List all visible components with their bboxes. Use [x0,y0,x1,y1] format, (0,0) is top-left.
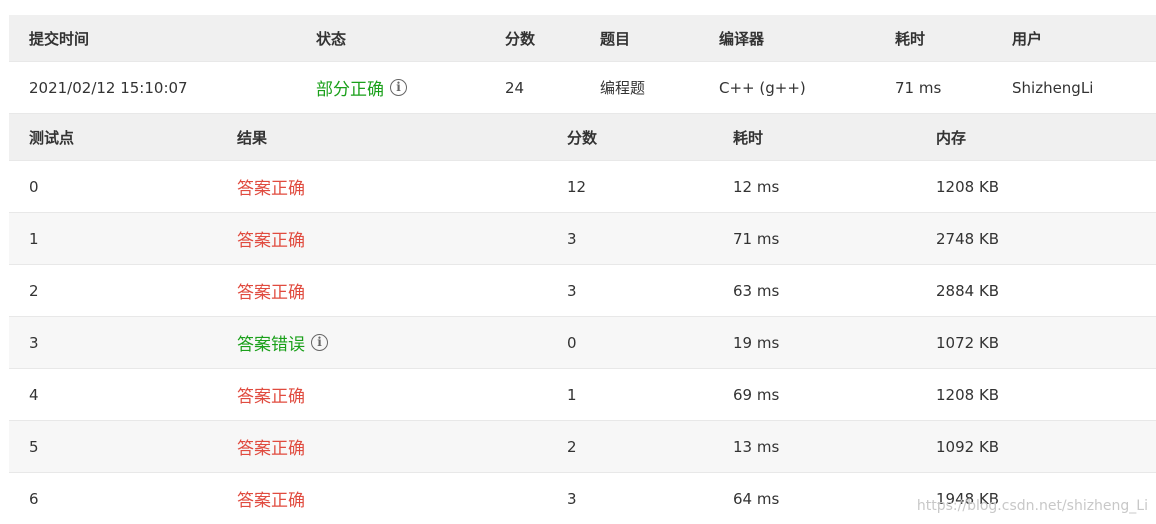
header-case-time: 耗时 [733,128,764,147]
header-elapsed: 耗时 [895,29,926,48]
testcase-id: 3 [29,333,39,352]
testcase-time: 19 ms [733,333,780,352]
result-text: 答案正确 [237,387,305,407]
testcase-memory: 1072 KB [936,333,1000,352]
testcase-id: 1 [29,229,39,248]
testcase-time: 12 ms [733,177,780,196]
result-text: 答案正确 [237,439,305,459]
testcase-row: 5 答案正确 2 13 ms 1092 KB [9,421,1156,473]
testcase-time: 64 ms [733,489,780,508]
compiler: C++ (g++) [719,78,806,97]
result-text: 答案正确 [237,283,305,303]
status-cell: 部分正确 i [296,75,485,100]
header-testcase: 测试点 [29,128,75,147]
submission-score: 24 [505,78,525,97]
header-result: 结果 [237,128,268,147]
testcase-result: 答案正确 [217,174,547,199]
testcase-time: 71 ms [733,229,780,248]
testcase-score: 2 [567,437,577,456]
result-link[interactable]: 答案正确 [237,434,305,459]
testcase-header-row: 测试点 结果 分数 耗时 内存 [9,114,1156,161]
testcase-score: 3 [567,281,577,300]
testcase-row: 1 答案正确 3 71 ms 2748 KB [9,213,1156,265]
submission-header-row: 提交时间 状态 分数 题目 编译器 耗时 用户 [9,15,1156,62]
testcase-result: 答案正确 [217,434,547,459]
result-text: 答案正确 [237,179,305,199]
testcase-time: 69 ms [733,385,780,404]
testcase-id: 0 [29,177,39,196]
testcase-result: 答案正确 [217,226,547,251]
result-link[interactable]: 答案正确 [237,486,305,511]
testcase-result: 答案正确 [217,382,547,407]
header-submit-time: 提交时间 [29,29,90,48]
testcase-result: 答案正确 [217,486,547,511]
testcase-id: 2 [29,281,39,300]
header-status: 状态 [316,29,347,48]
watermark: https://blog.csdn.net/shizheng_Li [916,498,1148,514]
testcase-memory: 1208 KB [936,385,1000,404]
testcase-score: 3 [567,489,577,508]
result-link[interactable]: 答案正确 [237,174,305,199]
status-text: 部分正确 [316,80,384,100]
user-link[interactable]: ShizhengLi [992,79,1156,97]
problem-link[interactable]: 编程题 [580,77,699,98]
testcase-table: 测试点 结果 分数 耗时 内存 0 答案正确 12 12 ms 1208 KB 1 答案正确… [9,114,1156,524]
testcase-row: 4 答案正确 1 69 ms 1208 KB [9,369,1156,421]
status-link[interactable]: 部分正确 i [316,75,407,100]
header-problem: 题目 [600,29,631,48]
testcase-score: 0 [567,333,577,352]
testcase-memory: 2884 KB [936,281,1000,300]
testcase-time: 13 ms [733,437,780,456]
header-score: 分数 [505,29,536,48]
testcase-memory: 1208 KB [936,177,1000,196]
result-link[interactable]: 答案正确 [237,278,305,303]
testcase-memory: 2748 KB [936,229,1000,248]
header-case-score: 分数 [567,128,598,147]
testcase-score: 3 [567,229,577,248]
result-link[interactable]: 答案正确 [237,382,305,407]
testcase-result: 答案错误 i [217,330,547,355]
testcase-row: 2 答案正确 3 63 ms 2884 KB [9,265,1156,317]
testcase-row: 3 答案错误 i 0 19 ms 1072 KB [9,317,1156,369]
testcase-time: 63 ms [733,281,780,300]
result-text: 答案正确 [237,231,305,251]
testcase-result: 答案正确 [217,278,547,303]
testcase-id: 6 [29,489,39,508]
submission-row: 2021/02/12 15:10:07 部分正确 i 24 编程题 C++ (g… [9,62,1156,114]
submit-time: 2021/02/12 15:10:07 [29,78,188,97]
result-link[interactable]: 答案错误 i [237,330,328,355]
result-text: 答案错误 [237,335,305,355]
info-circle-icon[interactable]: i [311,334,328,351]
submission-table: 提交时间 状态 分数 题目 编译器 耗时 用户 2021/02/12 15:10… [9,15,1156,114]
testcase-score: 1 [567,385,577,404]
header-memory: 内存 [936,128,967,147]
testcase-memory: 1092 KB [936,437,1000,456]
testcase-row: 0 答案正确 12 12 ms 1208 KB [9,161,1156,213]
info-circle-icon[interactable]: i [390,79,407,96]
testcase-id: 5 [29,437,39,456]
testcase-rows: 0 答案正确 12 12 ms 1208 KB 1 答案正确 3 71 ms 2748 KB 2 答案… [9,161,1156,524]
result-link[interactable]: 答案正确 [237,226,305,251]
testcase-id: 4 [29,385,39,404]
result-text: 答案正确 [237,491,305,511]
header-user: 用户 [1012,29,1043,48]
testcase-score: 12 [567,177,587,196]
header-compiler: 编译器 [719,29,765,48]
elapsed: 71 ms [895,78,942,97]
